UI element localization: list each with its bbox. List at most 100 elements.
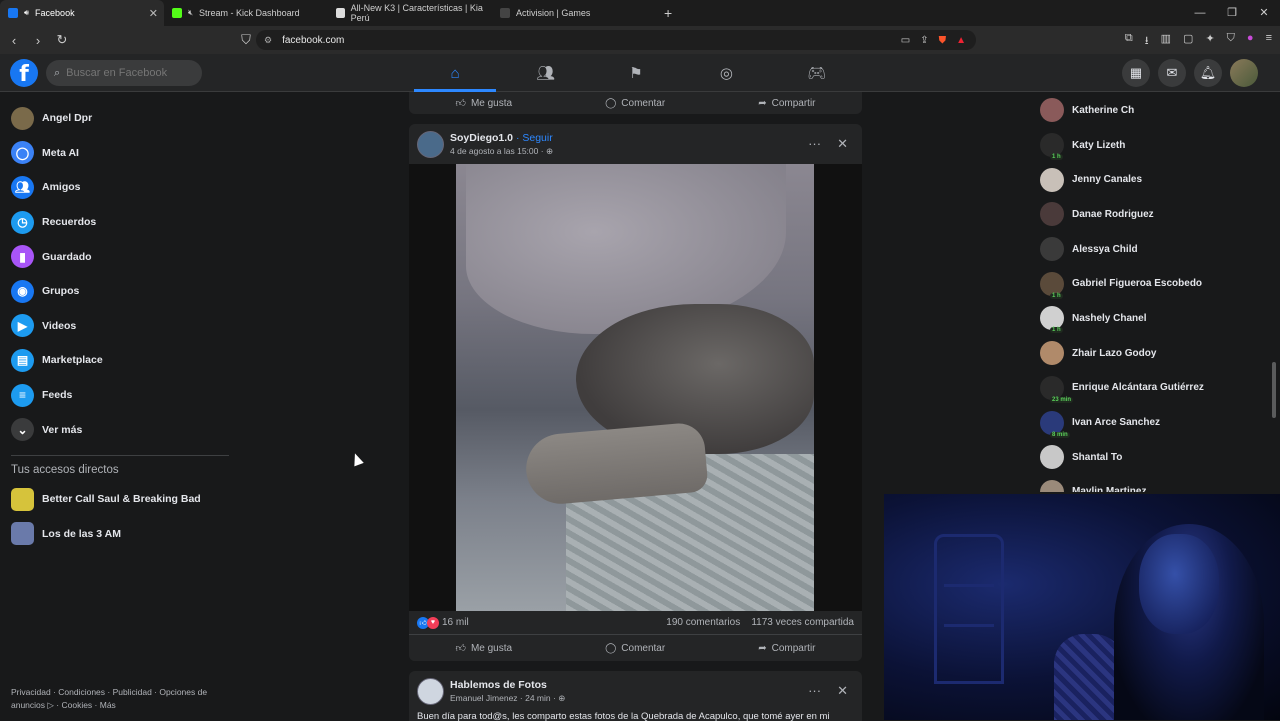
menu-icon[interactable]: ≡	[1266, 32, 1272, 51]
nav-friends[interactable]: 👥︎	[500, 54, 590, 92]
contact-avatar: 23 min	[1040, 375, 1074, 403]
messenger-button[interactable]: ✉	[1158, 59, 1186, 87]
like-button[interactable]: 👍︎ Me gusta	[456, 642, 513, 655]
more-options-icon[interactable]: ···	[808, 136, 821, 152]
facebook-logo-icon[interactable]: f	[10, 59, 38, 87]
download-icon[interactable]: ⭳	[1145, 32, 1149, 51]
leo-icon[interactable]: ✦	[1205, 32, 1214, 51]
bookmark-icon[interactable]: ⛉	[236, 32, 256, 48]
shortcut-item[interactable]: Better Call Saul & Breaking Bad	[0, 482, 240, 517]
close-window-icon[interactable]: ✕	[1248, 0, 1280, 26]
group-avatar[interactable]	[417, 677, 444, 705]
author-name[interactable]: SoyDiego1.0	[450, 132, 513, 144]
reactions-summary[interactable]: 👍︎ ♥ 16 mil	[417, 616, 469, 629]
activision-favicon-icon	[500, 8, 510, 18]
share-button[interactable]: ➦ Compartir	[758, 643, 815, 654]
back-icon[interactable]: ‹	[4, 33, 24, 48]
restore-icon[interactable]: ❐	[1216, 0, 1248, 26]
contact-item[interactable]: 1 h Katy Lizeth	[1040, 128, 1270, 163]
extension-icon[interactable]: ●	[1247, 32, 1254, 51]
tab-kick[interactable]: 🔇︎ Stream - Kick Dashboard	[164, 0, 328, 26]
reload-icon[interactable]: ↻	[52, 32, 72, 48]
search-input[interactable]	[66, 67, 187, 79]
marketplace-icon: ▤	[11, 348, 34, 372]
sidebar-icon[interactable]: ▥	[1161, 32, 1171, 51]
minimize-icon[interactable]: —	[1184, 0, 1216, 26]
contact-item[interactable]: 23 min Enrique Alcántara Gutiérrez	[1040, 371, 1270, 406]
post-video[interactable]	[409, 164, 862, 611]
forward-icon[interactable]: ›	[28, 33, 48, 48]
share-icon[interactable]: ⇪	[920, 35, 928, 46]
contact-item[interactable]: Katherine Ch	[1040, 93, 1270, 128]
sidebar-item-6[interactable]: ▶ Videos	[0, 309, 240, 344]
more-options-icon[interactable]: ···	[808, 683, 821, 699]
nav-pages[interactable]: ⚑	[591, 54, 681, 92]
brave-shield-icon[interactable]: ⛊	[939, 35, 947, 46]
contact-item[interactable]: 1 h Gabriel Figueroa Escobedo	[1040, 266, 1270, 301]
notifications-button[interactable]: 🔔︎	[1194, 59, 1222, 87]
contact-item[interactable]: Danae Rodriguez	[1040, 197, 1270, 232]
sidebar-item-9[interactable]: ⌄ Ver más	[0, 412, 240, 447]
contact-avatar	[1040, 98, 1064, 123]
contact-avatar: 1 h	[1040, 306, 1064, 334]
follow-link[interactable]: · Seguir	[513, 132, 553, 144]
menu-grid-button[interactable]: ▦	[1122, 59, 1150, 87]
close-icon[interactable]: ✕	[837, 683, 848, 699]
nav-gaming[interactable]: 🎮︎	[772, 54, 862, 92]
share-button[interactable]: ➦ Compartir	[758, 98, 815, 109]
tab-facebook[interactable]: 🔊︎ Facebook ✕	[0, 0, 164, 26]
wallet-icon[interactable]: ▢	[1183, 32, 1193, 51]
contact-name: Jenny Canales	[1072, 174, 1143, 186]
sidebar-item-8[interactable]: ≡ Feeds	[0, 378, 240, 413]
footer-line[interactable]: anuncios ▷ · Cookies · Más	[11, 699, 226, 712]
contact-item[interactable]: Zhair Lazo Godoy	[1040, 336, 1270, 371]
screenshot-icon[interactable]: ⧉	[1125, 32, 1133, 51]
sidebar-item-7[interactable]: ▤ Marketplace	[0, 343, 240, 378]
post-author-time[interactable]: Emanuel Jimenez · 24 min ·	[450, 693, 558, 703]
new-tab-icon[interactable]: +	[664, 5, 672, 21]
site-settings-icon[interactable]: ⚙	[264, 35, 272, 46]
post-date[interactable]: 4 de agosto a las 15:00 ·	[450, 146, 546, 156]
like-button[interactable]: 👍︎ Me gusta	[456, 97, 513, 110]
sidebar-item-label: Feeds	[42, 389, 73, 402]
brave-rewards-icon[interactable]: ▲	[956, 35, 966, 46]
sidebar-item-1[interactable]: ◯ Meta AI	[0, 136, 240, 171]
comment-button[interactable]: ◯ Comentar	[605, 643, 665, 654]
close-tab-icon[interactable]: ✕	[149, 7, 158, 20]
contact-item[interactable]: Alessya Child	[1040, 232, 1270, 267]
url-field[interactable]: ⚙ facebook.com ▭ ⇪ ⛊ ▲	[256, 30, 976, 50]
sidebar-item-2[interactable]: 👥︎ Amigos	[0, 170, 240, 205]
contact-item[interactable]: Maylin Martinez	[1040, 475, 1270, 492]
tab-activision[interactable]: Activision | Games	[492, 0, 656, 26]
contact-item[interactable]: 1 h Nashely Chanel	[1040, 301, 1270, 336]
memories-icon: ◷	[11, 210, 34, 234]
footer-line[interactable]: Privacidad · Condiciones · Publicidad · …	[11, 686, 226, 699]
shortcut-item[interactable]: Los de las 3 AM	[0, 517, 240, 552]
chevron-down-icon: ⌄	[11, 418, 34, 442]
sidebar-item-3[interactable]: ◷ Recuerdos	[0, 205, 240, 240]
group-name[interactable]: Hablemos de Fotos	[450, 679, 565, 691]
nav-groups[interactable]: ◎	[681, 54, 771, 92]
facebook-header: f ⌕ ⌂ 👥︎ ⚑ ◎ 🎮︎ ▦ ✉ 🔔︎	[0, 54, 1280, 92]
sidebar-item-0[interactable]: Angel Dpr	[0, 101, 240, 136]
share-count[interactable]: 1173 veces compartida	[751, 617, 854, 628]
contact-item[interactable]: Shantal To	[1040, 440, 1270, 475]
webcam-overlay	[884, 494, 1280, 720]
close-icon[interactable]: ✕	[837, 136, 848, 152]
globe-icon: ⊕	[558, 692, 566, 703]
page-scrollbar[interactable]	[1272, 362, 1276, 418]
nav-home[interactable]: ⌂	[410, 54, 500, 92]
tab-kia[interactable]: All-New K3 | Características | Kia Perú	[328, 0, 492, 26]
kick-favicon-icon	[172, 8, 182, 18]
sidebar-item-4[interactable]: ▮ Guardado	[0, 239, 240, 274]
account-avatar[interactable]	[1230, 59, 1258, 87]
comment-count[interactable]: 190 comentarios	[666, 617, 740, 628]
search-box[interactable]: ⌕	[46, 60, 202, 86]
contact-item[interactable]: Jenny Canales	[1040, 162, 1270, 197]
vpn-icon[interactable]: ⛉	[1227, 32, 1235, 51]
contact-item[interactable]: 8 min Ivan Arce Sanchez	[1040, 405, 1270, 440]
cast-icon[interactable]: ▭	[901, 35, 910, 46]
author-avatar[interactable]	[417, 130, 444, 158]
comment-button[interactable]: ◯ Comentar	[605, 98, 665, 109]
sidebar-item-5[interactable]: ◉ Grupos	[0, 274, 240, 309]
